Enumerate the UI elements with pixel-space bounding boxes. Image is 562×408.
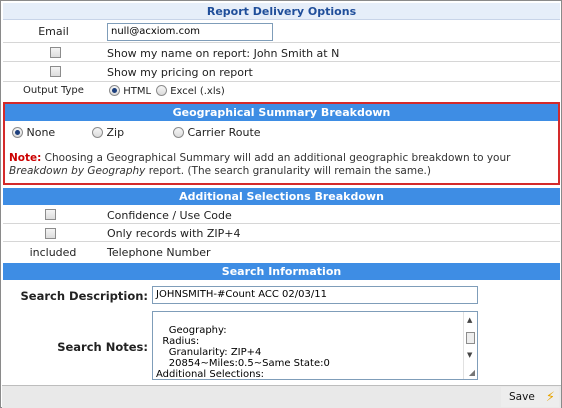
note-text-1: Choosing a Geographical Summary will add… xyxy=(41,152,511,164)
selection-row-telephone: included Telephone Number xyxy=(3,243,560,261)
note-label: Note: xyxy=(9,152,42,164)
geo-carrier-route-label: Carrier Route xyxy=(187,126,261,139)
geo-none-label: None xyxy=(26,126,56,139)
geo-note: Note: Choosing a Geographical Summary wi… xyxy=(9,152,554,178)
confidence-label: Confidence / Use Code xyxy=(107,209,232,222)
show-pricing-label: Show my pricing on report xyxy=(107,66,253,79)
scroll-thumb[interactable] xyxy=(466,332,475,344)
email-row: Email null@acxiom.com xyxy=(3,21,560,43)
report-delivery-header: Report Delivery Options xyxy=(3,3,560,20)
resize-grip-icon[interactable]: ◢ xyxy=(469,367,475,378)
geo-option-carrier-route[interactable]: Carrier Route xyxy=(173,126,261,139)
output-excel-radio[interactable] xyxy=(156,85,167,96)
scroll-down-icon[interactable]: ▼ xyxy=(467,350,472,361)
geo-zip-radio[interactable] xyxy=(92,127,103,138)
selection-row-confidence: Confidence / Use Code xyxy=(3,206,560,224)
output-type-row: Output Type HTML Excel (.xls) xyxy=(3,83,560,101)
note-italic: Breakdown by Geography xyxy=(9,165,146,177)
lightning-icon: ⚡ xyxy=(545,390,555,405)
geo-option-zip[interactable]: Zip xyxy=(92,126,124,139)
search-description-field[interactable]: JOHNSMITH-#Count ACC 02/03/11 xyxy=(152,286,478,304)
output-type-label: Output Type xyxy=(23,85,84,96)
show-pricing-row: Show my pricing on report xyxy=(3,63,560,82)
output-excel-label: Excel (.xls) xyxy=(170,86,225,97)
zip4-checkbox[interactable] xyxy=(45,228,56,239)
output-html-option[interactable]: HTML xyxy=(109,85,151,97)
confidence-checkbox[interactable] xyxy=(45,209,56,220)
geo-summary-header: Geographical Summary Breakdown xyxy=(5,104,558,121)
telephone-status: included xyxy=(29,246,77,259)
geo-carrier-route-radio[interactable] xyxy=(173,127,184,138)
telephone-label: Telephone Number xyxy=(107,246,211,259)
geo-summary-box: Geographical Summary Breakdown None Zip … xyxy=(3,102,560,185)
save-button[interactable]: Save ⚡ xyxy=(501,387,559,407)
geo-zip-label: Zip xyxy=(106,126,125,139)
show-name-checkbox[interactable] xyxy=(50,47,61,58)
search-notes-text: Geography: Radius: Granularity: ZIP+4 20… xyxy=(156,325,330,380)
email-label: Email xyxy=(38,25,69,38)
additional-selections-header: Additional Selections Breakdown xyxy=(3,188,560,205)
selection-row-zip4: Only records with ZIP+4 xyxy=(3,225,560,242)
show-name-row: Show my name on report: John Smith at N xyxy=(3,44,560,62)
scroll-up-icon[interactable]: ▲ xyxy=(467,315,472,326)
zip4-label: Only records with ZIP+4 xyxy=(107,227,241,240)
report-delivery-panel: Report Delivery Options Email null@acxio… xyxy=(0,0,562,408)
search-notes-textarea[interactable]: Geography: Radius: Granularity: ZIP+4 20… xyxy=(152,311,478,380)
search-description-label: Search Description: xyxy=(20,289,149,303)
save-button-label: Save xyxy=(509,391,535,403)
output-html-label: HTML xyxy=(123,86,152,97)
show-pricing-checkbox[interactable] xyxy=(50,66,61,77)
footer-bar: Save ⚡ xyxy=(2,385,561,408)
email-field[interactable]: null@acxiom.com xyxy=(107,23,273,41)
search-notes-label: Search Notes: xyxy=(57,340,148,354)
geo-none-radio[interactable] xyxy=(12,127,23,138)
output-excel-option[interactable]: Excel (.xls) xyxy=(156,85,225,97)
note-text-2: report. (The search granularity will rem… xyxy=(145,165,431,177)
show-name-label: Show my name on report: John Smith at N xyxy=(107,47,340,60)
geo-option-none[interactable]: None xyxy=(12,126,55,139)
search-info-header: Search Information xyxy=(3,263,560,280)
output-html-radio[interactable] xyxy=(109,85,120,96)
